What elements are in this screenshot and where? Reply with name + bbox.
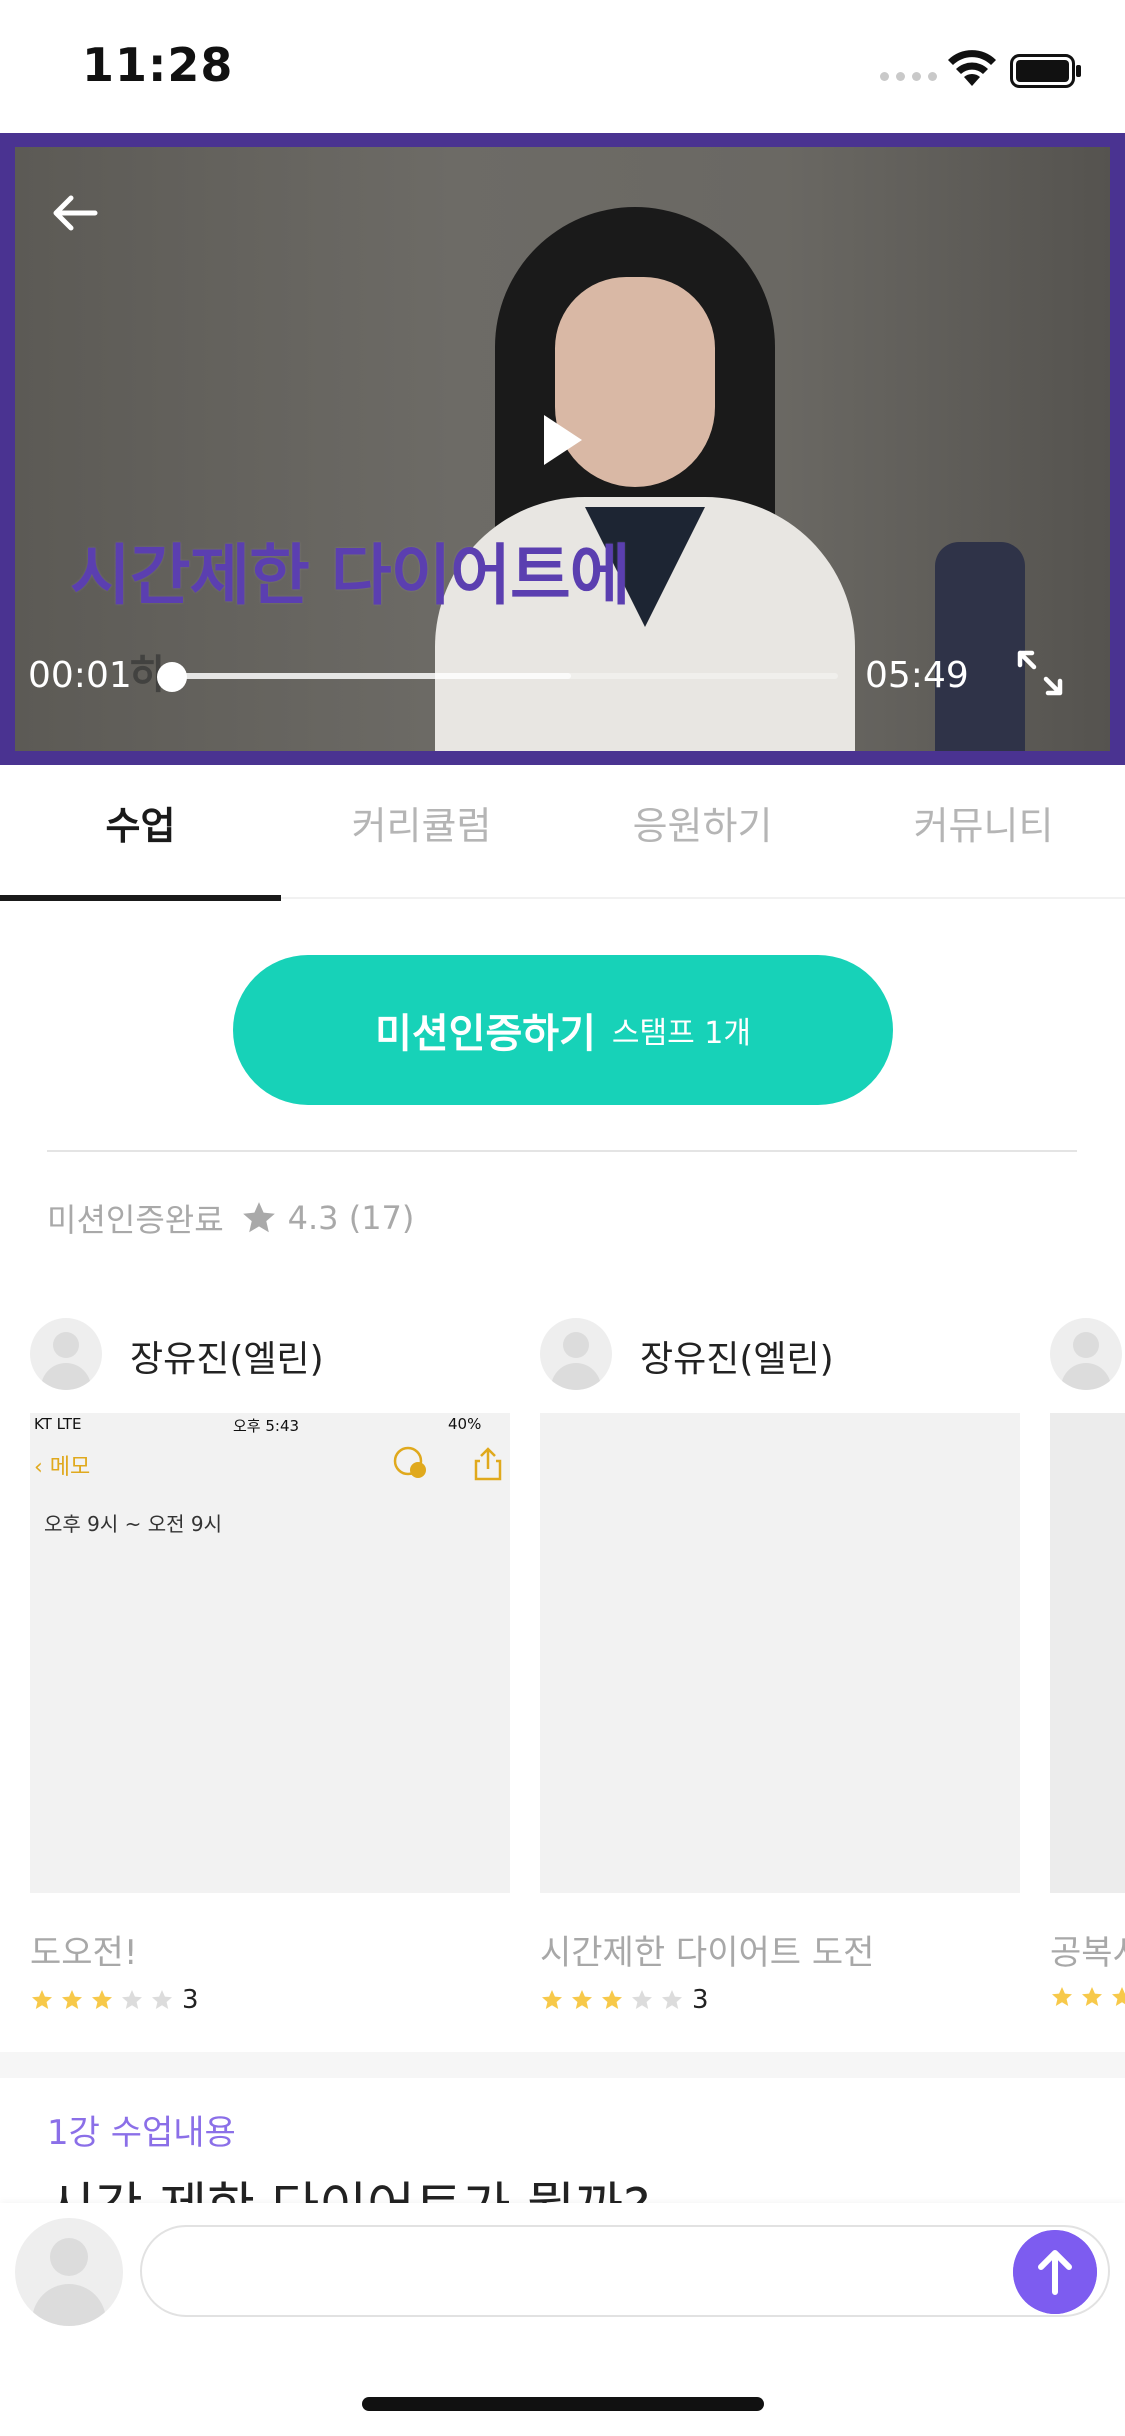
rating-star-icon — [572, 1990, 592, 2009]
tab-lesson[interactable]: 수업 — [0, 765, 281, 901]
card-username: 장유진(엘린) — [640, 1339, 834, 1380]
card-score: 3 — [182, 1985, 199, 2015]
mission-card-list[interactable]: 장유진(엘린) KT LTE 오후 5:43 40% ‹ 메모 오후 9시 ~ … — [0, 1315, 1125, 2035]
card-image[interactable]: KT LTE 오후 5:43 40% ‹ 메모 오후 9시 ~ 오전 9시 — [30, 1413, 510, 1893]
user-avatar — [15, 2218, 123, 2326]
memo-battery: 40% — [448, 1415, 482, 1433]
rating-star-icon — [32, 1990, 52, 2009]
card-title: 도오전! — [30, 1933, 138, 1973]
rating-star-icon — [542, 1990, 562, 2009]
avatar[interactable] — [540, 1318, 612, 1390]
card-image[interactable] — [540, 1413, 1020, 1893]
current-time: 00:01 — [28, 655, 132, 696]
rating-star-icon — [1112, 1987, 1125, 2006]
memo-share-icons — [393, 1446, 502, 1481]
lesson-label: 1강 수업내용 — [47, 2113, 236, 2153]
memo-clock: 오후 5:43 — [233, 1417, 300, 1435]
video-presenter — [435, 207, 855, 751]
rating-star-icon — [92, 1990, 112, 2009]
send-arrow-icon[interactable] — [1013, 2230, 1097, 2314]
video-player[interactable]: 시간제한 다이어트에 하 00:01 05:49 — [0, 133, 1125, 765]
rating-star-icon — [662, 1990, 682, 2009]
comment-input[interactable] — [140, 2225, 1110, 2317]
mission-rating-value: 4.3 (17) — [287, 1199, 415, 1237]
tab-cheer[interactable]: 응원하기 — [562, 765, 843, 897]
star-icon — [242, 1202, 275, 1233]
card-header: 장유진(엘린) — [30, 1315, 510, 1390]
status-bar: 11:28 — [0, 0, 1125, 133]
mission-complete-label: 미션인증완료 — [47, 1201, 224, 1239]
section-separator — [0, 2052, 1125, 2078]
card-header — [1050, 1315, 1125, 1390]
mission-stamp-count: 스탬프 1개 — [611, 1016, 751, 1051]
tab-community[interactable]: 커뮤니티 — [843, 765, 1124, 897]
divider — [47, 1150, 1077, 1152]
card-score: 3 — [692, 1985, 709, 2015]
rating-star-icon — [1082, 1987, 1102, 2006]
card-stars: 3 — [540, 1985, 709, 2015]
memo-back-link: ‹ 메모 — [34, 1455, 91, 1480]
home-indicator — [362, 2397, 764, 2411]
rating-star-icon — [602, 1990, 622, 2009]
card-image[interactable] — [1050, 1413, 1125, 1893]
mission-certify-button[interactable]: 미션인증하기 스탬프 1개 — [233, 955, 893, 1105]
total-time: 05:49 — [865, 655, 969, 696]
card-title: 공복시 — [1050, 1933, 1125, 1973]
cellular-signal-icon — [880, 72, 937, 81]
memo-carrier: KT LTE — [34, 1415, 82, 1433]
play-icon[interactable] — [530, 405, 590, 475]
rating-star-icon — [632, 1990, 652, 2009]
rating-star-icon — [1052, 1987, 1072, 2006]
back-arrow-icon[interactable] — [45, 183, 105, 243]
memo-back-label: 메모 — [49, 1455, 91, 1480]
progress-buffered — [170, 673, 571, 679]
card-username: 장유진(엘린) — [130, 1339, 324, 1380]
video-caption: 시간제한 다이어트에 — [70, 537, 630, 614]
card-stars — [1050, 1985, 1125, 2009]
memo-text: 오후 9시 ~ 오전 9시 — [44, 1512, 223, 1536]
tab-bar: 수업 커리큘럼 응원하기 커뮤니티 — [0, 765, 1125, 901]
tab-curriculum[interactable]: 커리큘럼 — [281, 765, 562, 897]
memo-status-bar: KT LTE 오후 5:43 40% — [30, 1413, 510, 1435]
wifi-icon — [948, 50, 996, 86]
card-title: 시간제한 다이어트 도전 — [540, 1933, 875, 1973]
mission-button-label: 미션인증하기 — [375, 1011, 596, 1057]
progress-bar[interactable] — [170, 673, 838, 679]
card-header: 장유진(엘린) — [540, 1315, 1020, 1390]
rating-star-icon — [152, 1990, 172, 2009]
rating-star-icon — [122, 1990, 142, 2009]
avatar[interactable] — [30, 1318, 102, 1390]
battery-icon — [1010, 54, 1081, 88]
fullscreen-icon[interactable] — [1010, 643, 1070, 703]
avatar[interactable] — [1050, 1318, 1122, 1390]
status-time: 11:28 — [82, 38, 234, 92]
progress-knob[interactable] — [157, 662, 187, 692]
card-stars: 3 — [30, 1985, 199, 2015]
mission-rating-row: 미션인증완료 4.3 (17) — [47, 1195, 414, 1241]
rating-star-icon — [62, 1990, 82, 2009]
